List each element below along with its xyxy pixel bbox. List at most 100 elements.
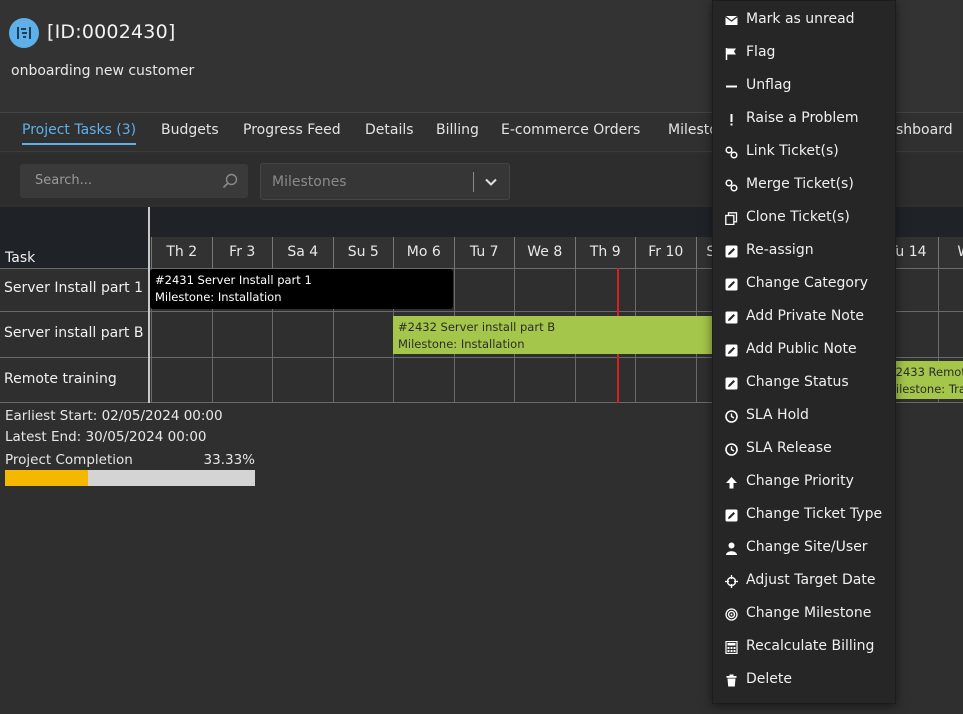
- menu-item-merge-ticket-s[interactable]: Merge Ticket(s): [713, 169, 897, 202]
- select-separator: [473, 172, 474, 192]
- menu-item-mark-as-unread[interactable]: Mark as unread: [713, 4, 897, 37]
- completion-progress-fill: [5, 470, 89, 486]
- menu-item-unflag[interactable]: Unflag: [713, 70, 897, 103]
- search-icon[interactable]: [222, 173, 238, 189]
- menu-item-label: Unflag: [746, 77, 792, 93]
- tab-project-tasks[interactable]: Project Tasks (3): [22, 122, 137, 145]
- completion-percent: 33.33%: [203, 452, 255, 468]
- trash-icon: [726, 674, 737, 687]
- task-bar-milestone: Milestone: Installation: [155, 290, 282, 304]
- task-bar-2432[interactable]: #2432 Server install part B Milestone: I…: [393, 316, 713, 354]
- menu-item-label: SLA Release: [746, 440, 832, 456]
- ticket-context-menu: Mark as unread Flag Unflag Raise a Problem L…: [712, 0, 896, 704]
- milestones-placeholder: Milestones: [272, 174, 347, 190]
- menu-item-label: Change Ticket Type: [746, 506, 883, 522]
- menu-item-recalculate-billing[interactable]: Recalculate Billing: [713, 631, 897, 664]
- search-box[interactable]: [20, 164, 248, 198]
- menu-item-label: Merge Ticket(s): [746, 176, 854, 192]
- task-bar-title: #2433 Remot: [886, 365, 963, 379]
- completion-label: Project Completion: [5, 452, 133, 468]
- tab-milestones[interactable]: Milesto: [668, 122, 718, 138]
- project-logo-icon: [9, 18, 39, 48]
- milestones-select[interactable]: Milestones: [260, 163, 510, 200]
- tab-budgets[interactable]: Budgets: [161, 122, 219, 138]
- menu-item-change-status[interactable]: Change Status: [713, 367, 897, 400]
- task-bar-milestone: Milestone: Tra: [886, 382, 963, 396]
- menu-item-label: Flag: [746, 44, 776, 60]
- edit-icon: [725, 311, 738, 324]
- edit-icon: [725, 245, 738, 258]
- edit-icon: [725, 344, 738, 357]
- ticket-description: onboarding new customer: [11, 63, 195, 79]
- tab-progress-feed[interactable]: Progress Feed: [243, 122, 341, 138]
- target-icon: [725, 608, 738, 621]
- menu-item-label: Re-assign: [746, 242, 814, 258]
- menu-item-change-priority[interactable]: Change Priority: [713, 466, 897, 499]
- menu-item-label: Link Ticket(s): [746, 143, 839, 159]
- menu-item-re-assign[interactable]: Re-assign: [713, 235, 897, 268]
- search-input[interactable]: [35, 173, 215, 188]
- exclamation-icon: [730, 114, 733, 126]
- user-icon: [726, 542, 737, 555]
- menu-item-label: SLA Hold: [746, 407, 809, 423]
- task-row-label[interactable]: Server install part B: [4, 325, 143, 341]
- menu-item-label: Change Milestone: [746, 605, 872, 621]
- day-header: Sa 4: [272, 237, 333, 268]
- day-header: Th 2: [151, 237, 212, 268]
- menu-item-label: Clone Ticket(s): [746, 209, 850, 225]
- calculator-icon: [725, 641, 738, 654]
- flag-icon: [725, 48, 736, 60]
- day-header: We 8: [514, 237, 575, 268]
- clock-icon: [725, 410, 738, 423]
- menu-item-delete[interactable]: Delete: [713, 664, 897, 697]
- link-icon: [725, 179, 738, 192]
- day-header: Mo 6: [393, 237, 454, 268]
- menu-item-change-site-user[interactable]: Change Site/User: [713, 532, 897, 565]
- menu-item-add-public-note[interactable]: Add Public Note: [713, 334, 897, 367]
- minus-icon: [726, 85, 737, 88]
- tab-details[interactable]: Details: [365, 122, 414, 138]
- tab-dashboard[interactable]: shboard: [896, 122, 953, 138]
- menu-item-change-category[interactable]: Change Category: [713, 268, 897, 301]
- menu-item-link-ticket-s[interactable]: Link Ticket(s): [713, 136, 897, 169]
- menu-item-change-milestone[interactable]: Change Milestone: [713, 598, 897, 631]
- menu-item-sla-release[interactable]: SLA Release: [713, 433, 897, 466]
- copy-icon: [725, 212, 738, 225]
- menu-item-label: Change Status: [746, 374, 849, 390]
- menu-item-label: Raise a Problem: [746, 110, 859, 126]
- tab-billing[interactable]: Billing: [436, 122, 479, 138]
- menu-item-label: Change Priority: [746, 473, 854, 489]
- menu-item-change-ticket-type[interactable]: Change Ticket Type: [713, 499, 897, 532]
- day-header: Th 9: [574, 237, 636, 268]
- task-row-label[interactable]: Server Install part 1: [4, 280, 143, 296]
- menu-item-label: Change Site/User: [746, 539, 868, 555]
- crosshair-icon: [725, 575, 738, 588]
- arrow-up-icon: [726, 477, 737, 489]
- task-row-label[interactable]: Remote training: [4, 371, 117, 387]
- menu-item-flag[interactable]: Flag: [713, 37, 897, 70]
- day-header: Fr 3: [211, 237, 273, 268]
- edit-icon: [725, 377, 738, 390]
- ticket-id: [ID:0002430]: [47, 21, 176, 43]
- menu-item-label: Add Private Note: [746, 308, 864, 324]
- task-bar-title: #2432 Server install part B: [398, 320, 556, 334]
- project-summary: Earliest Start: 02/05/2024 00:00 Latest …: [5, 408, 223, 450]
- envelope-icon: [725, 16, 738, 25]
- chevron-down-icon[interactable]: [483, 174, 499, 190]
- task-bar-2431[interactable]: #2431 Server Install part 1 Milestone: I…: [150, 269, 453, 309]
- menu-item-adjust-target-date[interactable]: Adjust Target Date: [713, 565, 897, 598]
- menu-item-raise-a-problem[interactable]: Raise a Problem: [713, 103, 897, 136]
- tab-ecommerce-orders[interactable]: E-commerce Orders: [501, 122, 640, 138]
- menu-item-clone-ticket-s[interactable]: Clone Ticket(s): [713, 202, 897, 235]
- menu-item-add-private-note[interactable]: Add Private Note: [713, 301, 897, 334]
- menu-item-sla-hold[interactable]: SLA Hold: [713, 400, 897, 433]
- latest-end: Latest End: 30/05/2024 00:00: [5, 429, 207, 445]
- edit-icon: [725, 278, 738, 291]
- clock-icon: [725, 443, 738, 456]
- earliest-start: Earliest Start: 02/05/2024 00:00: [5, 408, 223, 424]
- menu-item-label: Recalculate Billing: [746, 638, 875, 654]
- day-header: Tu 7: [453, 237, 515, 268]
- day-header: Su 5: [332, 237, 394, 268]
- edit-icon: [725, 509, 738, 522]
- link-icon: [725, 146, 738, 159]
